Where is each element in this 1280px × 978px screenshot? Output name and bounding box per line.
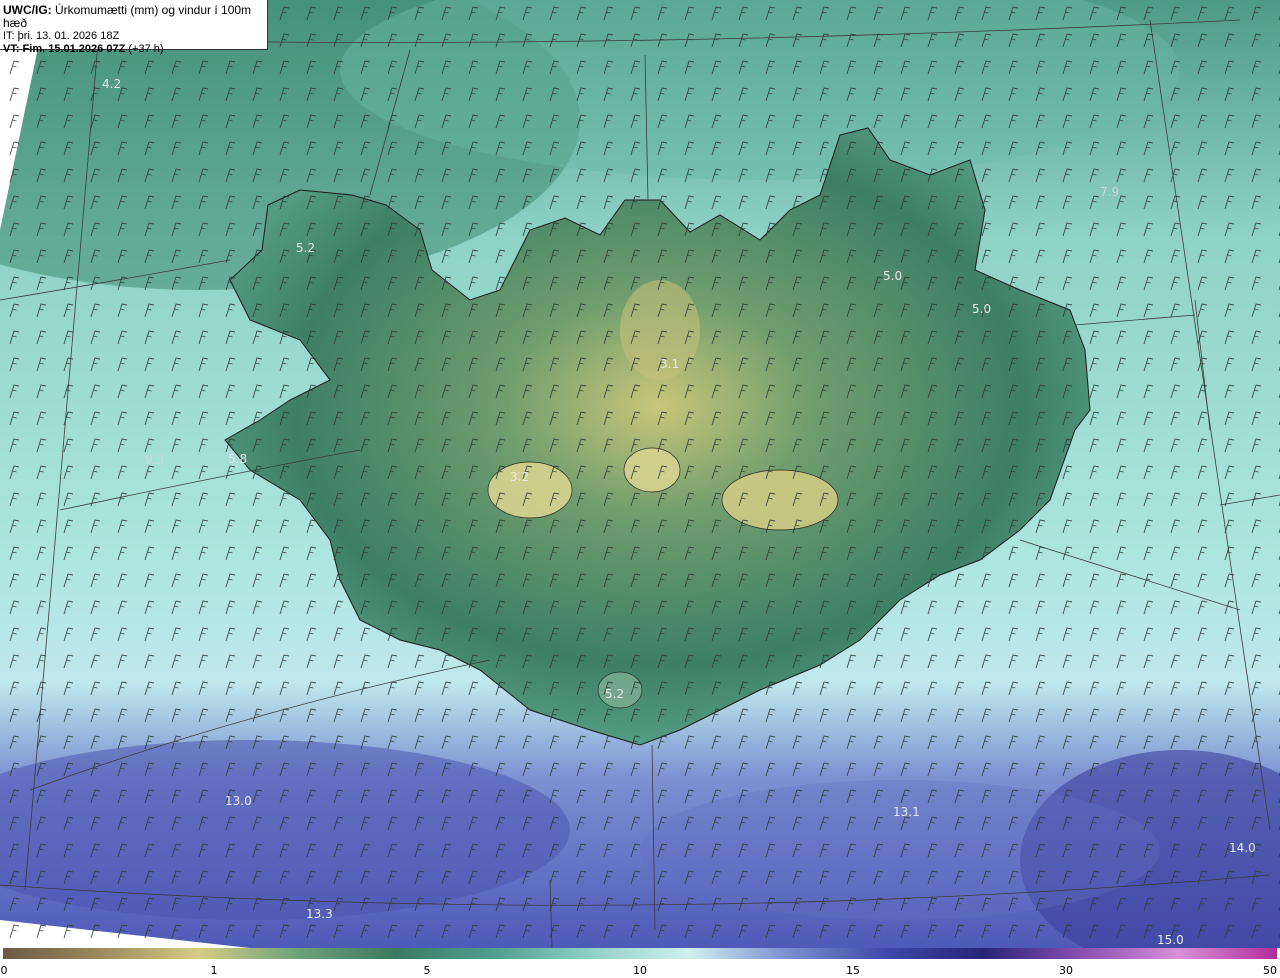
value-label: 5.2	[296, 241, 315, 255]
valid-time: VT: Fim. 15.01.2026 07Z	[3, 43, 126, 55]
value-label: 3.1	[660, 357, 679, 371]
forecast-offset: (+37 h)	[128, 43, 164, 55]
colorbar-strip	[3, 948, 1277, 959]
precipitation-map: 4.2 5.2 3.1 5.0 5.0 7.9 9.3 5.8 3.2 5.2 …	[0, 0, 1280, 948]
map-canvas: 4.2 5.2 3.1 5.0 5.0 7.9 9.3 5.8 3.2 5.2 …	[0, 0, 1280, 948]
value-label: 13.3	[306, 907, 333, 921]
colorbar-tick: 50	[1263, 964, 1277, 977]
value-label: 5.2	[605, 687, 624, 701]
colorbar-tick: 5	[423, 964, 431, 977]
colorbar-tick: 1	[210, 964, 218, 977]
value-label: 3.2	[510, 470, 529, 484]
colorbar-tick: 10	[633, 964, 647, 977]
value-label: 13.0	[225, 794, 252, 808]
colorbar-tick: 15	[846, 964, 860, 977]
value-label: 5.8	[228, 452, 247, 466]
value-label: 9.3	[145, 453, 164, 467]
value-label: 5.0	[972, 302, 991, 316]
value-label: 7.9	[1100, 185, 1119, 199]
value-label: 4.2	[102, 77, 121, 91]
colorbar-tick: 0	[0, 964, 8, 977]
value-label: 15.0	[1157, 933, 1184, 947]
wind-barb-icon	[0, 0, 1280, 948]
value-label: 5.0	[883, 269, 902, 283]
map-title-box: UWC/IG: Úrkomumætti (mm) og vindur í 100…	[0, 0, 268, 55]
value-label: 14.0	[1229, 841, 1256, 855]
model-name: UWC/IG:	[3, 3, 52, 17]
colorbar: 0 1 5 10 15 30 50	[0, 948, 1280, 978]
value-label: 13.1	[893, 805, 920, 819]
issue-time: IT: þri. 13. 01. 2026 18Z	[3, 30, 120, 42]
colorbar-tick: 30	[1059, 964, 1073, 977]
